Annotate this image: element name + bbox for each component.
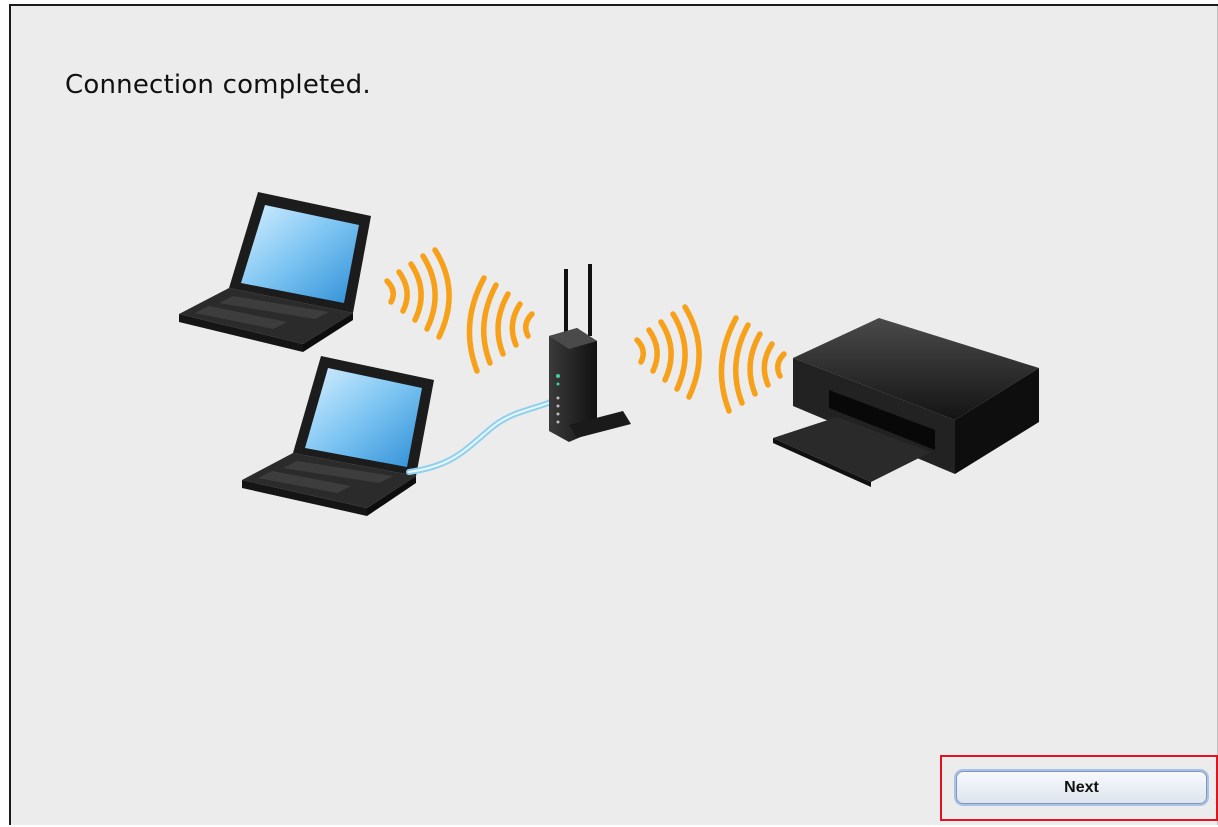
network-illustration bbox=[179, 192, 1039, 516]
wireless-router-icon bbox=[549, 264, 631, 442]
printer-icon bbox=[773, 318, 1039, 487]
next-button[interactable]: Next bbox=[956, 771, 1207, 804]
setup-window: Connection completed. Next bbox=[9, 4, 1218, 825]
wifi-signal-icon bbox=[634, 304, 702, 400]
wifi-signal-icon bbox=[466, 275, 535, 374]
wifi-signal-icon bbox=[718, 315, 787, 414]
laptop-icon bbox=[179, 192, 371, 352]
laptop-icon bbox=[242, 356, 434, 516]
wifi-signal-icon bbox=[384, 247, 452, 340]
